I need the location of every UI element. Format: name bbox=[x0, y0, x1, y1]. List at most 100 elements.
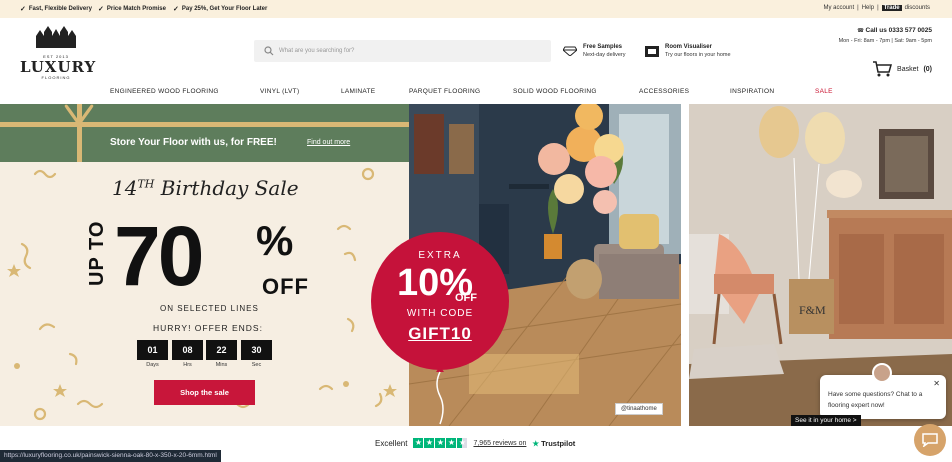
countdown-label: Hrs bbox=[183, 362, 192, 368]
percent-sign: % bbox=[256, 217, 294, 264]
birthday-rest: Birthday Sale bbox=[154, 176, 299, 200]
check-icon: ✓ bbox=[98, 6, 104, 13]
basket-label: Basket bbox=[897, 65, 919, 73]
close-icon[interactable]: ✕ bbox=[933, 378, 940, 389]
up-to-text: UP TO bbox=[86, 220, 108, 286]
top-usp-bar: ✓ Fast, Flexible Delivery ✓ Price Match Pr… bbox=[0, 0, 952, 18]
photo-credit-tag: @tinaathome bbox=[615, 403, 663, 415]
basket-icon bbox=[873, 61, 893, 77]
nav-vinyl[interactable]: VINYL (LVT) bbox=[260, 88, 299, 95]
call-info: ☎ Call us 0333 577 0025 Mon - Fri: 8am -… bbox=[839, 26, 932, 46]
trustpilot-brand: Trustpilot bbox=[541, 438, 576, 448]
trustpilot-rating-text: Excellent bbox=[375, 438, 408, 448]
balloon-string-icon bbox=[436, 366, 444, 425]
avatar bbox=[872, 363, 892, 383]
basket-count: (0) bbox=[923, 65, 932, 73]
free-samples-link[interactable]: Free Samples Next-day delivery bbox=[563, 43, 626, 59]
usp-label: Pay 25%, Get Your Floor Later bbox=[181, 6, 268, 12]
room-visualiser-link[interactable]: Room Visualiser Try our floors in your ho… bbox=[645, 43, 731, 59]
trustpilot-stars: ★ ★ ★ ★ ★ bbox=[413, 438, 468, 448]
trustpilot-reviews-link[interactable]: 7,965 reviews on bbox=[473, 440, 526, 447]
free-samples-title: Free Samples bbox=[583, 44, 623, 50]
svg-text:F&M: F&M bbox=[799, 303, 826, 317]
search-input[interactable]: What are you searching for? bbox=[254, 40, 551, 62]
countdown-label: Sec bbox=[251, 362, 262, 368]
trade-badge[interactable]: Trade bbox=[881, 5, 902, 11]
usp-pay-later: ✓ Pay 25%, Get Your Floor Later bbox=[173, 5, 267, 13]
countdown-days: 01 bbox=[137, 340, 168, 360]
store-floor-bar[interactable]: Store Your Floor with us, for FREE! Find… bbox=[0, 104, 409, 162]
castle-logo-icon bbox=[36, 26, 76, 48]
half-star-icon: ★ bbox=[457, 438, 468, 448]
account-links: My account | Help | Trade discounts bbox=[823, 5, 930, 11]
usp-label: Price Match Promise bbox=[106, 6, 166, 12]
nav-sale[interactable]: SALE bbox=[815, 88, 833, 95]
usp-label: Fast, Flexible Delivery bbox=[28, 6, 92, 12]
balloon-extra: EXTRA bbox=[418, 250, 462, 261]
nav-solid-wood[interactable]: SOLID WOOD FLOORING bbox=[513, 88, 597, 95]
visualiser-icon bbox=[645, 45, 659, 57]
nav-engineered[interactable]: ENGINEERED WOOD FLOORING bbox=[110, 88, 219, 95]
discounts-link[interactable]: discounts bbox=[905, 5, 930, 11]
birthday-sup: TH bbox=[137, 177, 155, 191]
separator: | bbox=[877, 5, 879, 11]
nav-accessories[interactable]: ACCESSORIES bbox=[639, 88, 689, 95]
browser-status-url: https://luxuryflooring.co.uk/painswick-s… bbox=[0, 450, 221, 462]
phone-icon: ☎ bbox=[857, 28, 864, 34]
find-out-more-link[interactable]: Find out more bbox=[307, 139, 350, 146]
star-icon: ★ bbox=[446, 438, 457, 448]
nav-inspiration[interactable]: INSPIRATION bbox=[730, 88, 774, 95]
countdown-hours: 08 bbox=[172, 340, 203, 360]
gift10-balloon[interactable]: EXTRA 10% OFF WITH CODE GIFT10 bbox=[371, 232, 509, 370]
logo-name: LUXURY bbox=[20, 58, 97, 76]
site-logo[interactable]: EST 2013 LUXURY FLOORING bbox=[20, 26, 97, 86]
chat-bubble-icon bbox=[922, 433, 938, 447]
usp-delivery: ✓ Fast, Flexible Delivery bbox=[20, 5, 92, 13]
usp-price-match: ✓ Price Match Promise bbox=[98, 5, 166, 13]
shop-the-sale-button[interactable]: Shop the sale bbox=[154, 380, 255, 405]
store-floor-text: Store Your Floor with us, for FREE! bbox=[110, 137, 277, 148]
off-text: OFF bbox=[262, 274, 309, 299]
discount-code: GIFT10 bbox=[408, 324, 472, 343]
countdown-label: Days bbox=[146, 362, 159, 368]
search-placeholder: What are you searching for? bbox=[279, 48, 355, 54]
call-number[interactable]: Call us 0333 577 0025 bbox=[866, 27, 933, 34]
star-icon: ★ bbox=[424, 438, 435, 448]
hurry-text: HURRY! OFFER ENDS: bbox=[153, 323, 263, 333]
birthday-sale-banner[interactable]: Store Your Floor with us, for FREE! Find… bbox=[0, 104, 409, 426]
help-link[interactable]: Help bbox=[862, 5, 874, 11]
balloon-off: OFF bbox=[455, 292, 477, 304]
trustpilot-star-icon: ★ bbox=[532, 438, 540, 448]
countdown-label: Mins bbox=[215, 362, 228, 368]
birthday-sale-title: 14TH Birthday Sale bbox=[112, 176, 299, 200]
main-nav: ENGINEERED WOOD FLOORING VINYL (LVT) LAM… bbox=[0, 84, 952, 104]
trustpilot-widget[interactable]: Excellent ★ ★ ★ ★ ★ 7,965 reviews on ★ Tr… bbox=[375, 438, 575, 448]
ribbon-bow-icon bbox=[0, 104, 409, 162]
search-icon bbox=[264, 46, 274, 56]
star-icon: ★ bbox=[435, 438, 446, 448]
diamond-icon bbox=[563, 46, 577, 56]
chat-message: Have some questions? Chat to a flooring … bbox=[828, 391, 923, 409]
percent-number: 70 bbox=[114, 209, 204, 303]
selected-lines-text: ON SELECTED LINES bbox=[160, 304, 259, 313]
star-icon: ★ bbox=[413, 438, 424, 448]
basket-button[interactable]: Basket (0) bbox=[872, 60, 932, 78]
countdown-mins: 22 bbox=[206, 340, 237, 360]
visualiser-title: Room Visualiser bbox=[665, 44, 712, 50]
check-icon: ✓ bbox=[20, 6, 26, 13]
free-samples-sub: Next-day delivery bbox=[583, 52, 626, 58]
nav-laminate[interactable]: LAMINATE bbox=[341, 88, 375, 95]
chat-button[interactable] bbox=[914, 424, 946, 456]
birthday-number: 14 bbox=[112, 176, 138, 200]
separator: | bbox=[857, 5, 859, 11]
site-header: EST 2013 LUXURY FLOORING What are you se… bbox=[0, 18, 952, 84]
trustpilot-logo: ★ Trustpilot bbox=[532, 439, 575, 448]
opening-hours: Mon - Fri: 8am - 7pm | Sat: 9am - 5pm bbox=[838, 38, 932, 44]
nav-parquet[interactable]: PARQUET FLOORING bbox=[409, 88, 480, 95]
my-account-link[interactable]: My account bbox=[823, 5, 854, 11]
balloon-with-code: WITH CODE bbox=[406, 308, 474, 319]
countdown-secs: 30 bbox=[241, 340, 272, 360]
visualiser-sub: Try our floors in your home bbox=[665, 52, 731, 58]
see-it-in-your-home-link[interactable]: See it in your home > bbox=[791, 415, 861, 426]
check-icon: ✓ bbox=[173, 6, 179, 13]
